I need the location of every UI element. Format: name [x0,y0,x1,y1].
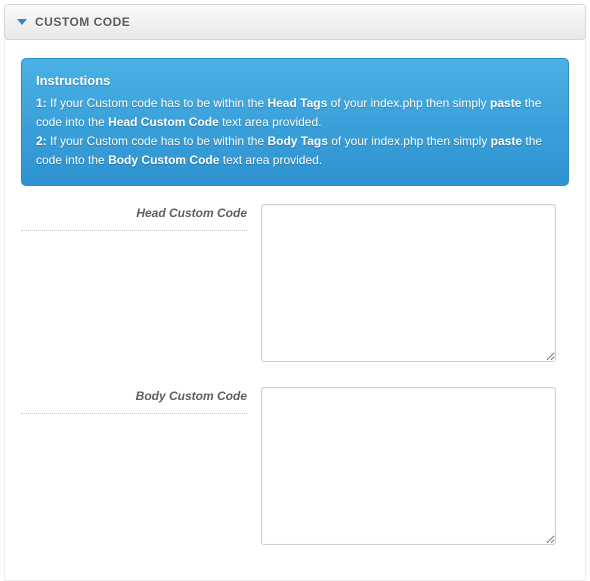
instructions-line-2-prefix: 2: [36,134,47,148]
field-input-col [261,204,569,367]
field-input-col [261,387,569,550]
instructions-text: of your index.php then simply [327,96,490,110]
instructions-bold: paste [490,96,521,110]
instructions-text: If your Custom code has to be within the [47,134,268,148]
head-custom-code-label: Head Custom Code [21,206,247,226]
instructions-bold: Head Custom Code [108,115,219,129]
instructions-line-1: 1: If your Custom code has to be within … [36,94,554,132]
field-label-col: Head Custom Code [21,204,261,231]
instructions-text: If your Custom code has to be within the [47,96,268,110]
instructions-text: text area provided. [219,153,322,167]
panel-body: Instructions 1: If your Custom code has … [4,40,586,581]
head-custom-code-textarea[interactable] [261,204,556,362]
field-row-head: Head Custom Code [21,204,569,367]
field-label-col: Body Custom Code [21,387,261,414]
panel-title: CUSTOM CODE [35,15,130,29]
panel-header[interactable]: CUSTOM CODE [4,4,586,40]
divider-dotted [21,413,247,414]
field-row-body: Body Custom Code [21,387,569,550]
instructions-bold: paste [491,134,522,148]
instructions-box: Instructions 1: If your Custom code has … [21,58,569,186]
instructions-bold: Body Custom Code [108,153,219,167]
instructions-line-2: 2: If your Custom code has to be within … [36,132,554,170]
body-custom-code-label: Body Custom Code [21,389,247,409]
instructions-line-1-prefix: 1: [36,96,47,110]
instructions-heading: Instructions [36,71,554,92]
custom-code-panel: CUSTOM CODE Instructions 1: If your Cust… [4,4,586,581]
instructions-bold: Head Tags [267,96,327,110]
collapse-triangle-icon [17,19,27,25]
instructions-text: of your index.php then simply [328,134,491,148]
instructions-bold: Body Tags [267,134,327,148]
divider-dotted [21,230,247,231]
body-custom-code-textarea[interactable] [261,387,556,545]
instructions-text: text area provided. [219,115,322,129]
